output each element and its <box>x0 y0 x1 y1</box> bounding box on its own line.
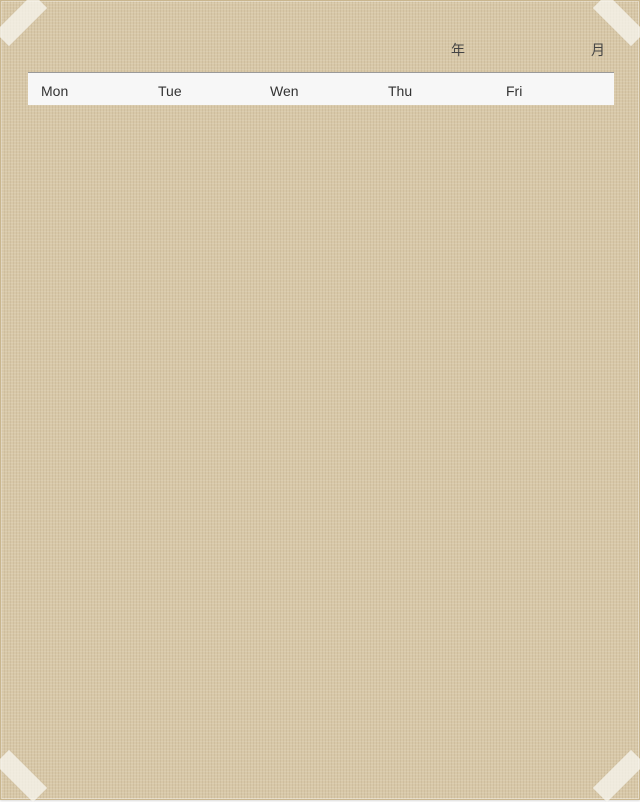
weekday-tuesday: Tue <box>158 83 182 99</box>
weekday-thursday: Thu <box>388 83 412 99</box>
weekday-header: Mon Tue Wen Thu Fri <box>28 73 614 105</box>
month-label: 月 <box>591 42 605 58</box>
weekday-wednesday: Wen <box>270 83 299 99</box>
weekday-monday: Mon <box>41 83 68 99</box>
corkboard-frame <box>0 0 640 800</box>
weekday-friday: Fri <box>506 83 522 99</box>
year-label: 年 <box>451 42 465 58</box>
